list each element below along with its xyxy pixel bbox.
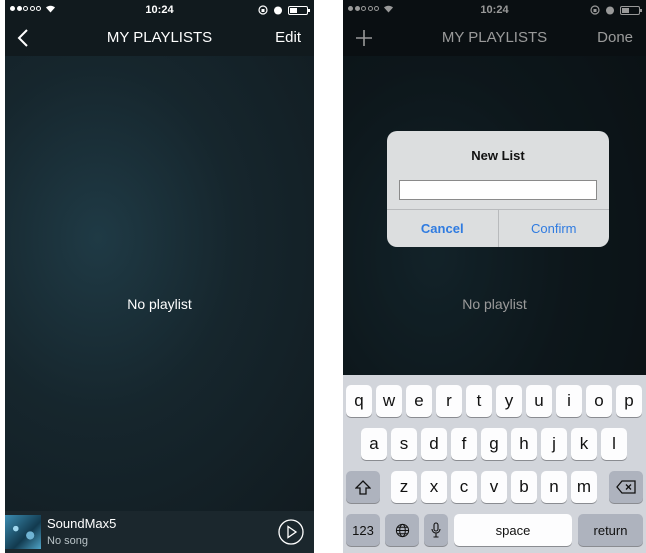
globe-icon [395, 523, 409, 537]
playlist-area: No playlist [5, 56, 314, 511]
play-circle-icon[interactable] [278, 519, 304, 545]
battery-icon [288, 5, 310, 15]
left-screen: 10:24 MY PLAYLISTS Edit No playlist Soun… [5, 0, 314, 553]
space-key[interactable]: space [454, 514, 572, 546]
key[interactable]: o [586, 385, 612, 417]
key[interactable]: c [451, 471, 477, 503]
key[interactable]: l [601, 428, 627, 460]
key[interactable]: k [571, 428, 597, 460]
key[interactable]: g [481, 428, 507, 460]
key[interactable]: x [421, 471, 447, 503]
key[interactable]: j [541, 428, 567, 460]
key[interactable]: t [466, 385, 492, 417]
keyboard: q w e r t y u i o p a s d f g h j k l z … [343, 375, 646, 553]
rotation-lock-icon [258, 5, 268, 15]
album-art [5, 515, 41, 549]
return-key[interactable]: return [578, 514, 643, 546]
dialog-title: New List [471, 148, 525, 163]
key[interactable]: m [571, 471, 597, 503]
key[interactable]: w [376, 385, 402, 417]
key[interactable]: r [436, 385, 462, 417]
cancel-button[interactable]: Cancel [387, 210, 499, 247]
key[interactable]: p [616, 385, 642, 417]
key[interactable]: f [451, 428, 477, 460]
globe-key[interactable] [385, 514, 419, 546]
microphone-icon [431, 522, 441, 538]
microphone-key[interactable] [424, 514, 448, 546]
navigation-bar: MY PLAYLISTS Edit [5, 20, 314, 56]
confirm-button[interactable]: Confirm [499, 210, 610, 247]
player-song-status: No song [47, 535, 88, 547]
key[interactable]: h [511, 428, 537, 460]
status-bar: 10:24 [5, 0, 314, 20]
numbers-key[interactable]: 123 [346, 514, 380, 546]
list-name-input[interactable] [399, 180, 597, 200]
key[interactable]: b [511, 471, 537, 503]
backspace-icon [616, 480, 636, 494]
player-device-name: SoundMax5 [47, 516, 117, 531]
shift-key[interactable] [346, 471, 380, 503]
alarm-icon [274, 6, 282, 15]
mini-player[interactable]: SoundMax5 No song [5, 511, 314, 553]
key[interactable]: u [526, 385, 552, 417]
key[interactable]: z [391, 471, 417, 503]
key[interactable]: s [391, 428, 417, 460]
key[interactable]: i [556, 385, 582, 417]
key[interactable]: e [406, 385, 432, 417]
key[interactable]: n [541, 471, 567, 503]
new-list-dialog: New List Cancel Confirm [387, 131, 609, 247]
key[interactable]: q [346, 385, 372, 417]
right-screen: 10:24 MY PLAYLISTS Done No playlist New … [343, 0, 646, 553]
page-title: MY PLAYLISTS [106, 29, 213, 46]
shift-icon [355, 479, 371, 495]
key[interactable]: a [361, 428, 387, 460]
key[interactable]: d [421, 428, 447, 460]
edit-button[interactable]: Edit [275, 29, 301, 46]
key[interactable]: v [481, 471, 507, 503]
backspace-key[interactable] [609, 471, 643, 503]
key[interactable]: y [496, 385, 522, 417]
empty-state-text: No playlist [127, 296, 192, 312]
